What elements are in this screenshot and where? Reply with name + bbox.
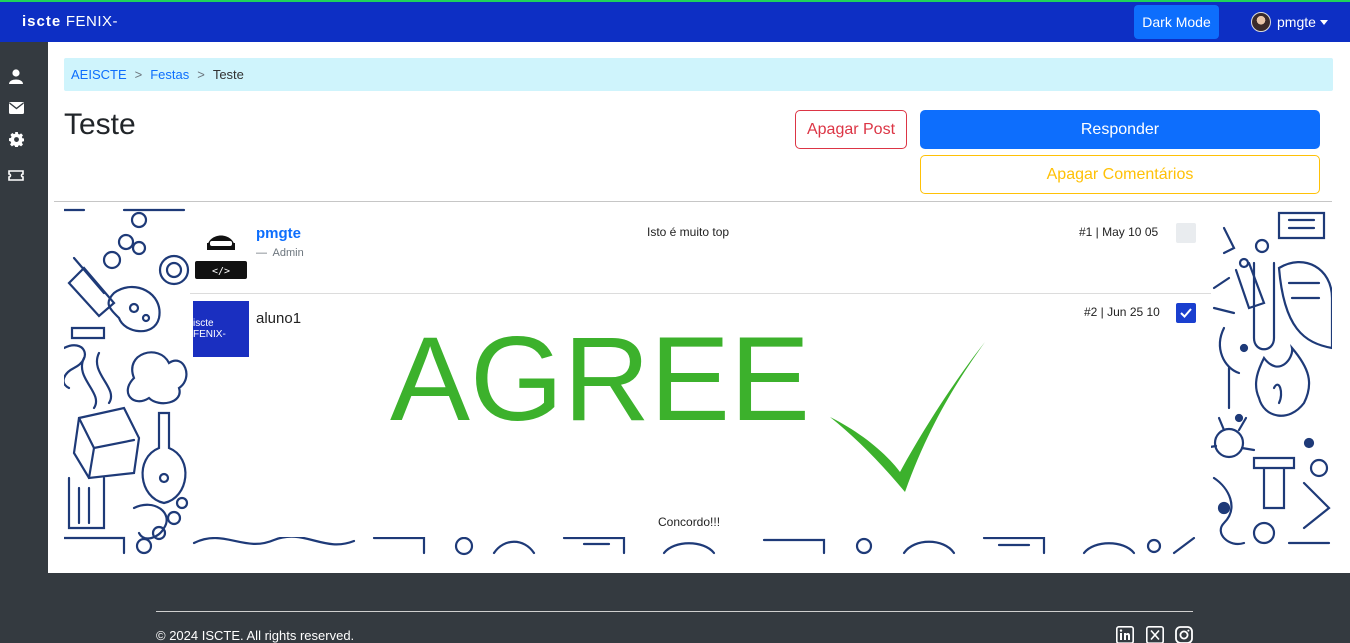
comment-checkbox[interactable] <box>1176 223 1196 243</box>
comment-meta: #1 | May 10 05 <box>1079 225 1159 239</box>
envelope-icon[interactable] <box>6 98 26 118</box>
ticket-icon[interactable] <box>6 165 26 185</box>
x-icon[interactable] <box>1146 626 1164 643</box>
breadcrumb-separator: > <box>197 67 205 82</box>
breadcrumb-separator: > <box>134 67 143 82</box>
agree-image: AGREE <box>390 312 1000 492</box>
reply-button[interactable]: Responder <box>920 110 1320 149</box>
comment-meta: #2 | Jun 25 10 <box>1084 305 1160 319</box>
comment-checkbox[interactable] <box>1176 303 1196 323</box>
copyright-text: © 2024 ISCTE. All rights reserved. <box>156 628 355 643</box>
delete-post-button[interactable]: Apagar Post <box>795 110 907 149</box>
svg-text:</>: </> <box>212 266 230 277</box>
sidebar <box>0 42 48 643</box>
caret-down-icon <box>1319 19 1328 25</box>
comment-author[interactable]: pmgte <box>256 225 301 242</box>
hacker-avatar-icon: </> <box>193 221 249 279</box>
top-navbar: iscte FENIX- Dark Mode pmgte <box>0 0 1350 42</box>
user-menu-dropdown[interactable]: pmgte <box>1251 12 1328 32</box>
footer-divider <box>156 611 1193 612</box>
breadcrumb-link-aeiscte[interactable]: AEISCTE <box>71 67 127 82</box>
comment-role: — Admin <box>256 247 304 259</box>
breadcrumb-current: Teste <box>212 67 244 82</box>
brand-suffix: FENIX- <box>65 13 119 30</box>
role-label: Admin <box>272 247 304 259</box>
comment-item: iscte FENIX- aluno1 #2 | Jun 25 10 AGREE… <box>190 294 1211 537</box>
brand-logo[interactable]: iscte FENIX- <box>22 13 118 30</box>
linkedin-icon[interactable] <box>1116 626 1134 643</box>
instagram-icon[interactable] <box>1175 626 1193 643</box>
username-label: pmgte <box>1277 14 1316 30</box>
avatar <box>1251 12 1271 32</box>
user-icon[interactable] <box>6 66 26 86</box>
comment-text: Concordo!!! <box>658 515 721 529</box>
comments-list: </> pmgte — Admin Isto é muito top #1 | … <box>190 208 1211 537</box>
breadcrumb-link-festas[interactable]: Festas <box>150 67 189 82</box>
comment-author[interactable]: aluno1 <box>256 310 301 327</box>
checkmark-icon <box>1180 308 1192 318</box>
comment-text: Isto é muito top <box>647 225 730 239</box>
brand-prefix: iscte <box>22 13 62 30</box>
breadcrumb: AEISCTE > Festas > Teste <box>64 58 1333 91</box>
agree-text: AGREE <box>390 322 810 446</box>
role-dash: — <box>256 247 267 259</box>
gear-icon[interactable] <box>6 129 26 149</box>
divider <box>54 201 1332 202</box>
comment-item: </> pmgte — Admin Isto é muito top #1 | … <box>190 208 1211 294</box>
page-title: Teste <box>64 108 136 141</box>
delete-comments-button[interactable]: Apagar Comentários <box>920 155 1320 194</box>
footer: © 2024 ISCTE. All rights reserved. <box>48 573 1350 643</box>
dark-mode-button[interactable]: Dark Mode <box>1134 5 1219 39</box>
avatar: iscte FENIX- <box>193 301 249 357</box>
